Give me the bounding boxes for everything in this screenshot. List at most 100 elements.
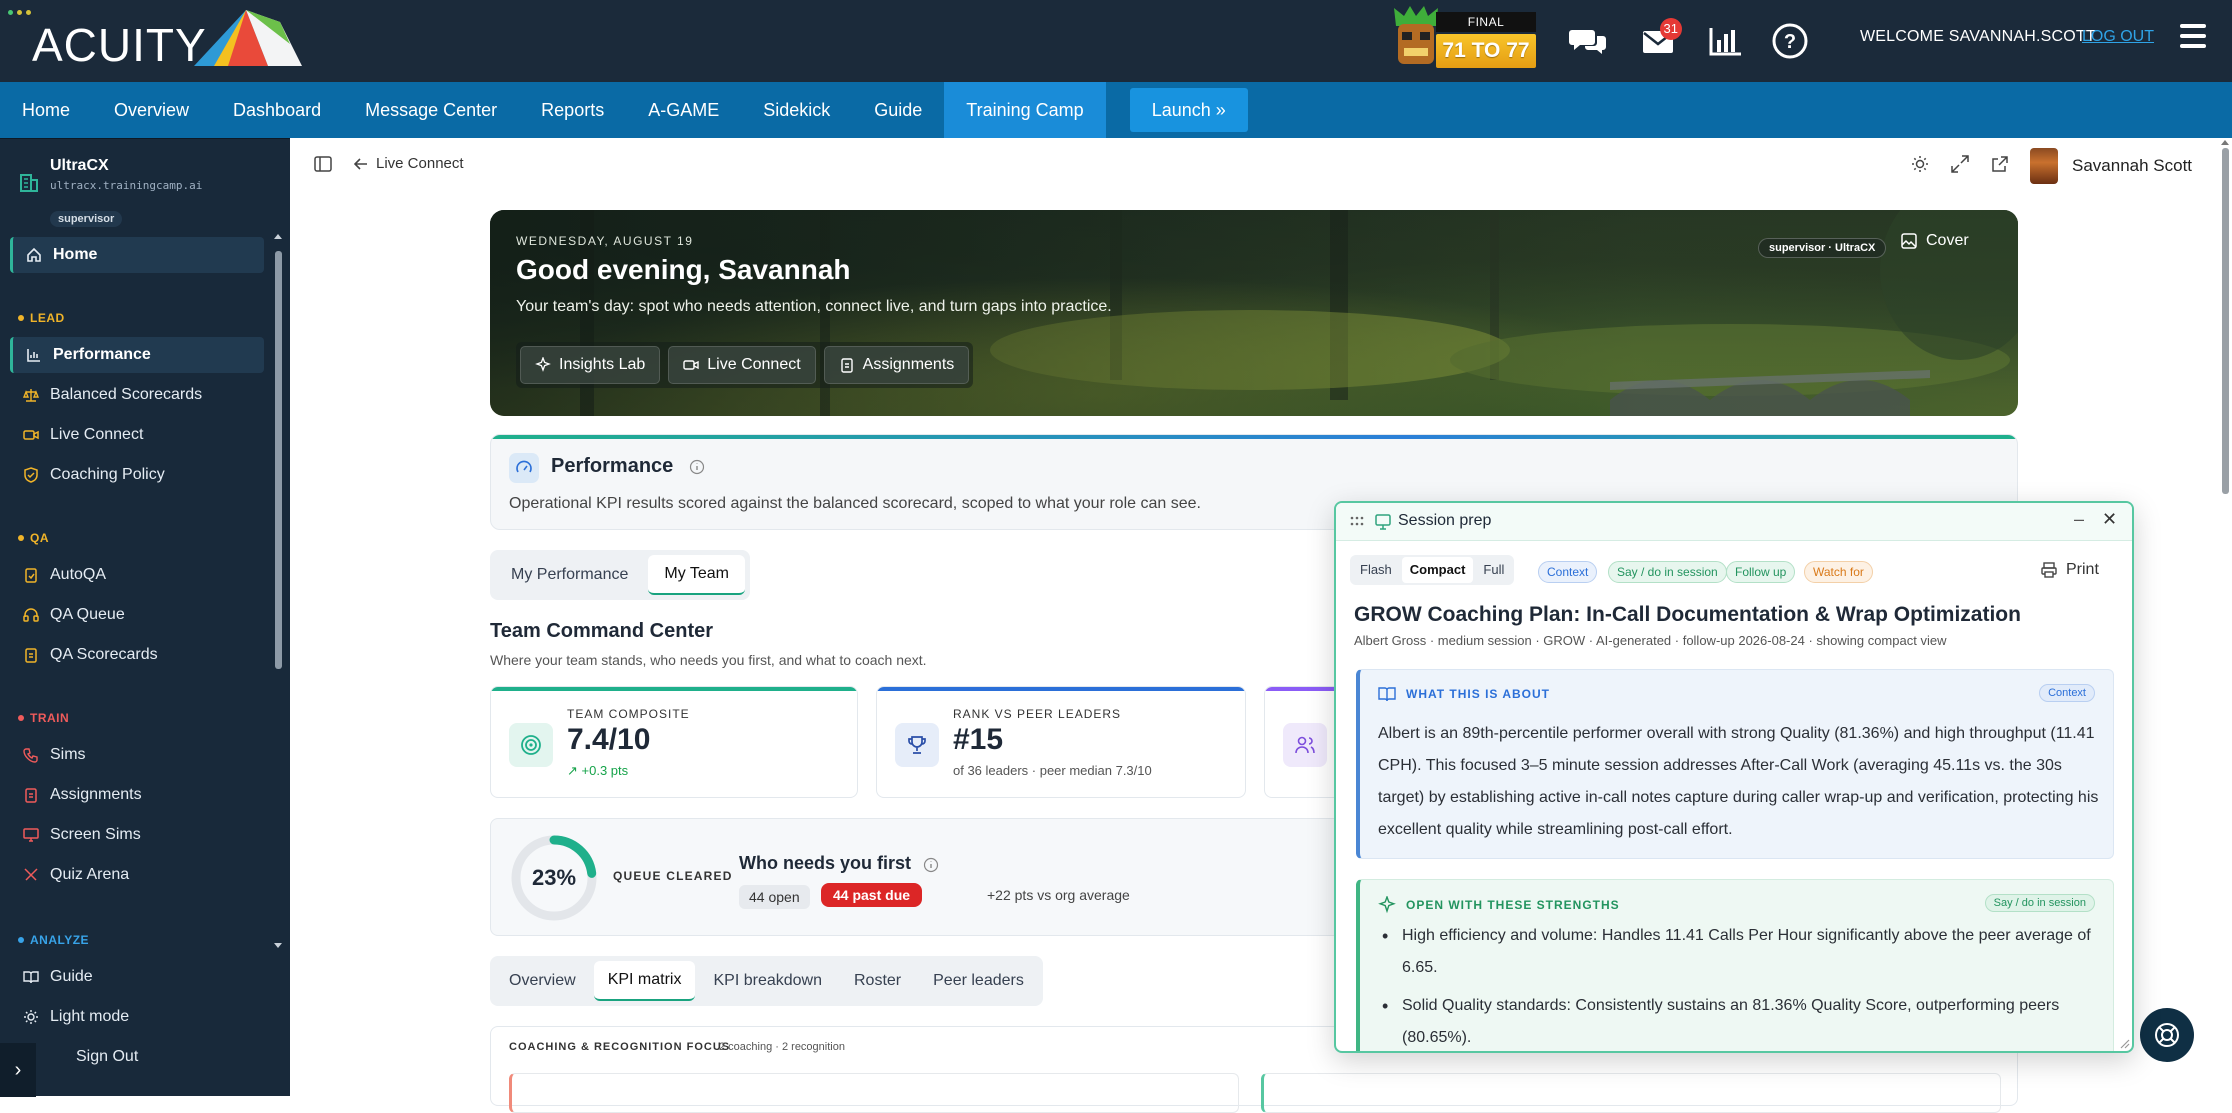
- resize-handle-icon[interactable]: [2118, 1037, 2130, 1049]
- sidebar-item-sign-out[interactable]: Sign Out: [10, 1039, 264, 1075]
- help-question-icon[interactable]: ?: [1770, 22, 1810, 60]
- minimize-icon[interactable]: –: [2074, 509, 2084, 530]
- external-link-icon[interactable]: [1990, 154, 2010, 174]
- launch-button[interactable]: Launch »: [1129, 88, 1248, 132]
- sidebar-item-live-connect[interactable]: Live Connect: [10, 417, 264, 453]
- tab-roster[interactable]: Roster: [840, 961, 915, 1001]
- nav-dashboard[interactable]: Dashboard: [211, 82, 343, 138]
- mode-compact[interactable]: Compact: [1401, 557, 1474, 583]
- sidebar-item-assignments[interactable]: Assignments: [10, 777, 264, 813]
- sidebar-item-label: AutoQA: [50, 566, 107, 583]
- clipboard-list-icon: [22, 646, 40, 664]
- users-icon: [1283, 723, 1327, 767]
- cover-button[interactable]: Cover: [1900, 232, 1969, 250]
- sidebar-item-autoqa[interactable]: AutoQA: [10, 557, 264, 593]
- nav-a-game[interactable]: A-GAME: [626, 82, 741, 138]
- sidebar-item-quiz-arena[interactable]: Quiz Arena: [10, 857, 264, 893]
- main-scrollbar[interactable]: [2218, 138, 2232, 1096]
- sidebar-item-qa-queue[interactable]: QA Queue: [10, 597, 264, 633]
- sidebar-item-balanced-scorecards[interactable]: Balanced Scorecards: [10, 377, 264, 413]
- nav-training-camp[interactable]: Training Camp: [944, 82, 1106, 138]
- section-label: QA: [30, 531, 49, 545]
- mode-full[interactable]: Full: [1475, 557, 1512, 583]
- main-scroll-thumb[interactable]: [2222, 148, 2229, 494]
- sidebar-scrollbar[interactable]: [272, 231, 284, 951]
- user-chip[interactable]: Savannah Scott: [2030, 148, 2192, 184]
- nav-reports[interactable]: Reports: [519, 82, 626, 138]
- scroll-down-icon[interactable]: [272, 941, 284, 951]
- video-icon: [683, 360, 699, 370]
- performance-title: Performance: [551, 455, 674, 477]
- open-with-strengths-section: OPEN WITH THESE STRENGTHS Say / do in se…: [1356, 879, 2114, 1051]
- mail-icon[interactable]: 31: [1638, 18, 1682, 60]
- kpi-card-rank[interactable]: RANK VS PEER LEADERS #15 of 36 leaders ·…: [876, 686, 1246, 798]
- open-count-badge[interactable]: 44 open: [739, 885, 810, 909]
- my-team-toggle[interactable]: My Team: [648, 555, 745, 595]
- sub-toolbar: Live Connect Savannah Scott: [290, 138, 2220, 190]
- past-due-badge[interactable]: 44 past due: [821, 883, 923, 907]
- sidebar-item-coaching-policy[interactable]: Coaching Policy: [10, 457, 264, 493]
- insights-lab-button[interactable]: Insights Lab: [520, 346, 661, 384]
- my-performance-toggle[interactable]: My Performance: [495, 555, 644, 595]
- chip-say-do[interactable]: Say / do in session: [1608, 561, 1727, 583]
- hamburger-menu-icon[interactable]: [2180, 22, 2206, 50]
- sidebar-item-sims[interactable]: Sims: [10, 737, 264, 773]
- tab-kpi-breakdown[interactable]: KPI breakdown: [699, 961, 836, 1001]
- command-center-title: Team Command Center: [490, 620, 714, 642]
- nav-message-center[interactable]: Message Center: [343, 82, 519, 138]
- expand-icon[interactable]: [1950, 154, 1970, 174]
- score-final-label: FINAL: [1436, 12, 1536, 32]
- support-lifebuoy-button[interactable]: [2140, 1008, 2194, 1062]
- top-bar: ACUITY ™ FINAL 71 TO 77 31 ? WELCOME S: [0, 0, 2232, 82]
- sidebar-item-screen-sims[interactable]: Screen Sims: [10, 817, 264, 853]
- info-icon[interactable]: [923, 857, 939, 873]
- breadcrumb-label: Live Connect: [376, 155, 464, 172]
- sidebar-toggle-icon[interactable]: [314, 156, 332, 172]
- sidebar-item-guide[interactable]: Guide: [10, 959, 264, 995]
- nav-home[interactable]: Home: [0, 82, 92, 138]
- org-url: ultracx.trainingcamp.ai: [50, 179, 203, 192]
- arrow-left-icon: [354, 157, 367, 170]
- tab-kpi-matrix[interactable]: KPI matrix: [593, 961, 696, 1001]
- nav-guide[interactable]: Guide: [852, 82, 944, 138]
- session-prep-header[interactable]: Session prep – ✕: [1336, 503, 2132, 541]
- sidebar-expand-button[interactable]: ›: [0, 1043, 36, 1097]
- tab-peer-leaders[interactable]: Peer leaders: [919, 961, 1038, 1001]
- live-connect-button[interactable]: Live Connect: [668, 346, 816, 384]
- sidebar-item-performance[interactable]: Performance: [10, 337, 264, 373]
- close-icon[interactable]: ✕: [2102, 509, 2117, 530]
- hero-date: WEDNESDAY, AUGUST 19: [516, 234, 694, 248]
- nav-sidekick[interactable]: Sidekick: [741, 82, 852, 138]
- nav-overview[interactable]: Overview: [92, 82, 211, 138]
- chip-follow-up[interactable]: Follow up: [1726, 561, 1796, 583]
- breadcrumb[interactable]: Live Connect: [354, 155, 464, 172]
- chip-watch-for[interactable]: Watch for: [1804, 561, 1873, 583]
- kpi-card-team[interactable]: [1264, 686, 1344, 798]
- sidebar-item-light-mode[interactable]: Light mode: [10, 999, 264, 1035]
- chat-icon[interactable]: [1568, 22, 1608, 60]
- scroll-up-icon[interactable]: [2218, 138, 2232, 146]
- logout-link[interactable]: LOG OUT: [2082, 28, 2154, 46]
- drag-grip-icon[interactable]: [1350, 515, 1364, 527]
- game-score-widget[interactable]: FINAL 71 TO 77: [1388, 4, 1550, 68]
- clipboard-icon: [22, 786, 40, 804]
- chip-context[interactable]: Context: [1538, 561, 1598, 583]
- sparkles-icon: [535, 357, 551, 372]
- coaching-card-preview[interactable]: [509, 1073, 1239, 1113]
- tab-overview[interactable]: Overview: [495, 961, 590, 1001]
- recognition-card-preview[interactable]: [1261, 1073, 2001, 1113]
- kpi-card-team-composite[interactable]: TEAM COMPOSITE 7.4/10 ↗ +0.3 pts: [490, 686, 858, 798]
- theme-sun-icon[interactable]: [1910, 154, 1930, 174]
- sidebar-item-home[interactable]: Home: [10, 237, 264, 273]
- acuity-logo[interactable]: ACUITY ™: [32, 4, 302, 68]
- sidebar-item-qa-scorecards[interactable]: QA Scorecards: [10, 637, 264, 673]
- reports-chart-icon[interactable]: [1706, 22, 1746, 60]
- info-icon[interactable]: [689, 459, 705, 475]
- lifebuoy-icon: [2155, 1023, 2179, 1047]
- print-button[interactable]: Print: [2040, 561, 2099, 579]
- mode-flash[interactable]: Flash: [1352, 557, 1400, 583]
- assignments-button[interactable]: Assignments: [823, 346, 970, 384]
- section-heading: OPEN WITH THESE STRENGTHS: [1378, 896, 1620, 914]
- scroll-up-icon[interactable]: [272, 231, 284, 241]
- sidebar-scroll-thumb[interactable]: [275, 251, 282, 669]
